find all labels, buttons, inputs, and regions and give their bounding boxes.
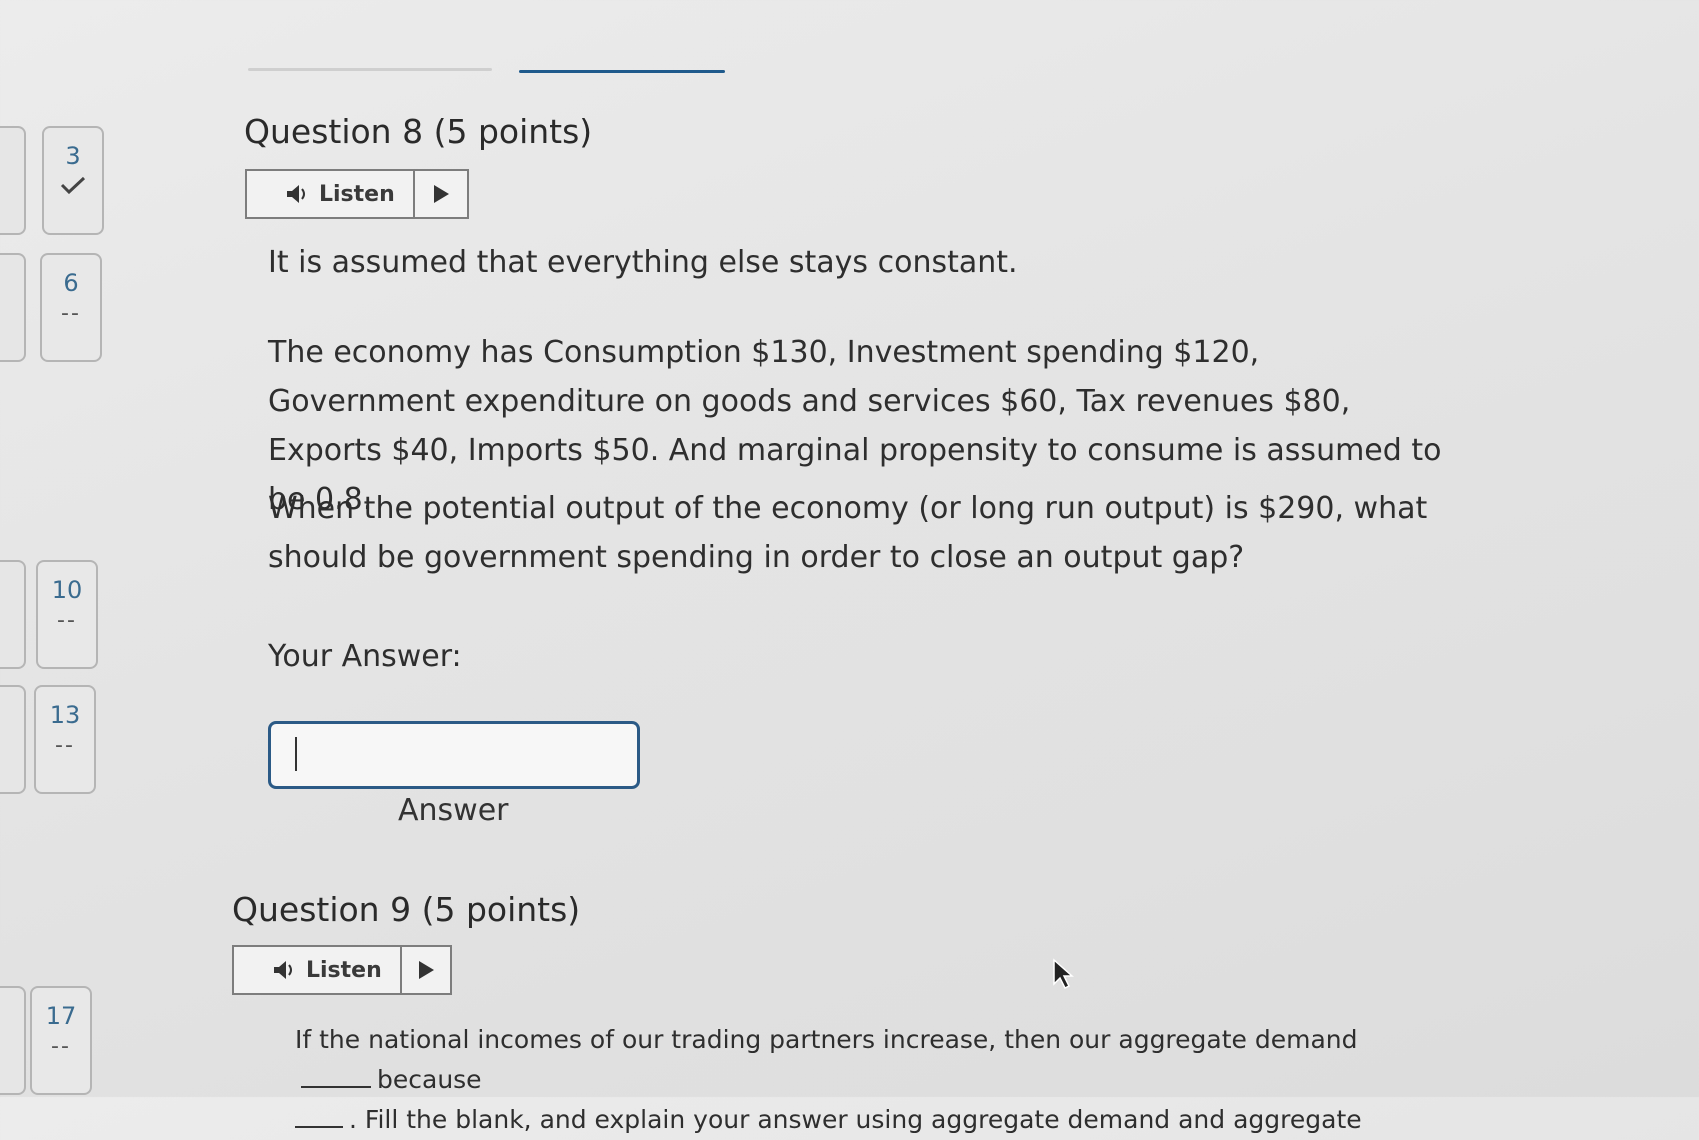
nav-status: -- [57, 608, 77, 633]
question-8-heading: Question 8 (5 points) [244, 112, 592, 151]
nav-question-10[interactable]: 10 -- [36, 560, 98, 669]
question-9-heading: Question 9 (5 points) [232, 890, 580, 929]
question-8-prompt: When the potential output of the economy… [268, 491, 1428, 575]
nav-prev-tile[interactable] [0, 560, 26, 669]
speaker-icon [274, 961, 292, 979]
nav-number: 6 [63, 269, 79, 297]
play-button[interactable] [415, 171, 467, 217]
nav-number: 17 [45, 1002, 77, 1030]
progress-tab-inactive [248, 68, 492, 71]
nav-question-6[interactable]: 6 -- [40, 253, 102, 362]
play-icon [433, 185, 449, 203]
nav-status: -- [51, 1034, 71, 1059]
nav-prev-tile[interactable] [0, 253, 26, 362]
nav-status: -- [55, 733, 75, 758]
fill-blank [295, 1126, 343, 1128]
fill-blank [301, 1086, 371, 1088]
question-points: (5 points) [433, 112, 593, 151]
nav-question-3[interactable]: 3 [42, 126, 104, 235]
question-9-text-part1: If the national incomes of our trading p… [295, 1025, 1358, 1054]
question-title: Question 9 [232, 890, 412, 929]
question-points: (5 points) [421, 890, 581, 929]
answer-caption: Answer [398, 793, 509, 828]
nav-question-17[interactable]: 17 -- [30, 986, 92, 1095]
question-9-text-part2: because [377, 1065, 482, 1094]
nav-prev-tile[interactable] [0, 685, 26, 794]
listen-label: Listen [306, 957, 382, 983]
speaker-icon [287, 185, 305, 203]
nav-number: 13 [49, 701, 81, 729]
listen-button[interactable]: Listen [247, 171, 415, 217]
your-answer-label: Your Answer: [268, 639, 462, 674]
listen-control: Listen [232, 945, 452, 995]
nav-number: 3 [65, 142, 81, 170]
nav-prev-tile[interactable] [0, 986, 26, 1095]
play-icon [418, 961, 434, 979]
nav-question-13[interactable]: 13 -- [34, 685, 96, 794]
answer-input[interactable] [268, 721, 640, 789]
listen-control: Listen [245, 169, 469, 219]
question-9-prompt: If the national incomes of our trading p… [295, 1020, 1395, 1140]
listen-label: Listen [319, 181, 395, 207]
mouse-pointer-icon [1053, 958, 1074, 990]
progress-tab-active [519, 70, 725, 73]
question-title: Question 8 [244, 112, 424, 151]
nav-prev-tile[interactable] [0, 126, 26, 235]
play-button[interactable] [402, 947, 450, 993]
nav-status: -- [61, 301, 81, 326]
question-8-intro: It is assumed that everything else stays… [268, 245, 1018, 280]
nav-number: 10 [51, 576, 83, 604]
text-caret [295, 737, 297, 771]
listen-button[interactable]: Listen [234, 947, 402, 993]
check-icon [60, 176, 86, 194]
question-9-text-part3: . Fill the blank, and explain your answe… [349, 1105, 1362, 1134]
